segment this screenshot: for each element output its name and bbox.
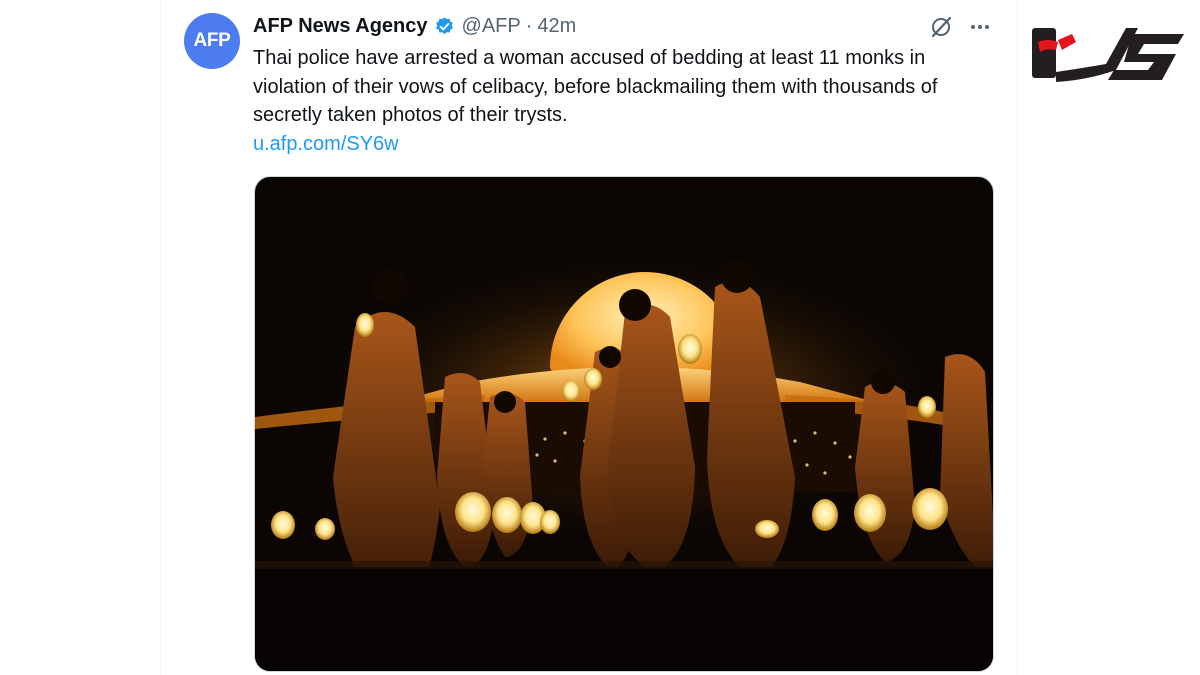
more-dot xyxy=(985,25,989,29)
tweet-photo[interactable] xyxy=(254,176,994,672)
display-name[interactable]: AFP News Agency xyxy=(253,15,428,38)
tweet-header: AFP News Agency @AFP · 42m xyxy=(253,13,576,39)
handle[interactable]: @AFP xyxy=(462,15,521,38)
more-dot xyxy=(978,25,982,29)
tweet-link[interactable]: u.afp.com/SY6w xyxy=(253,130,998,159)
grok-icon[interactable] xyxy=(928,14,954,40)
avatar-label: AFP xyxy=(193,30,231,51)
more-dot xyxy=(971,25,975,29)
brand-logo xyxy=(1032,28,1184,82)
tweet-body: Thai police have arrested a woman accuse… xyxy=(253,44,998,158)
avatar[interactable]: AFP xyxy=(184,13,240,69)
verified-badge-icon xyxy=(435,16,453,34)
monks-candlelight-photo xyxy=(255,177,993,671)
more-icon[interactable] xyxy=(966,14,994,40)
timestamp[interactable]: 42m xyxy=(537,15,576,38)
tweet-text: Thai police have arrested a woman accuse… xyxy=(253,47,938,126)
separator-dot: · xyxy=(525,14,533,37)
